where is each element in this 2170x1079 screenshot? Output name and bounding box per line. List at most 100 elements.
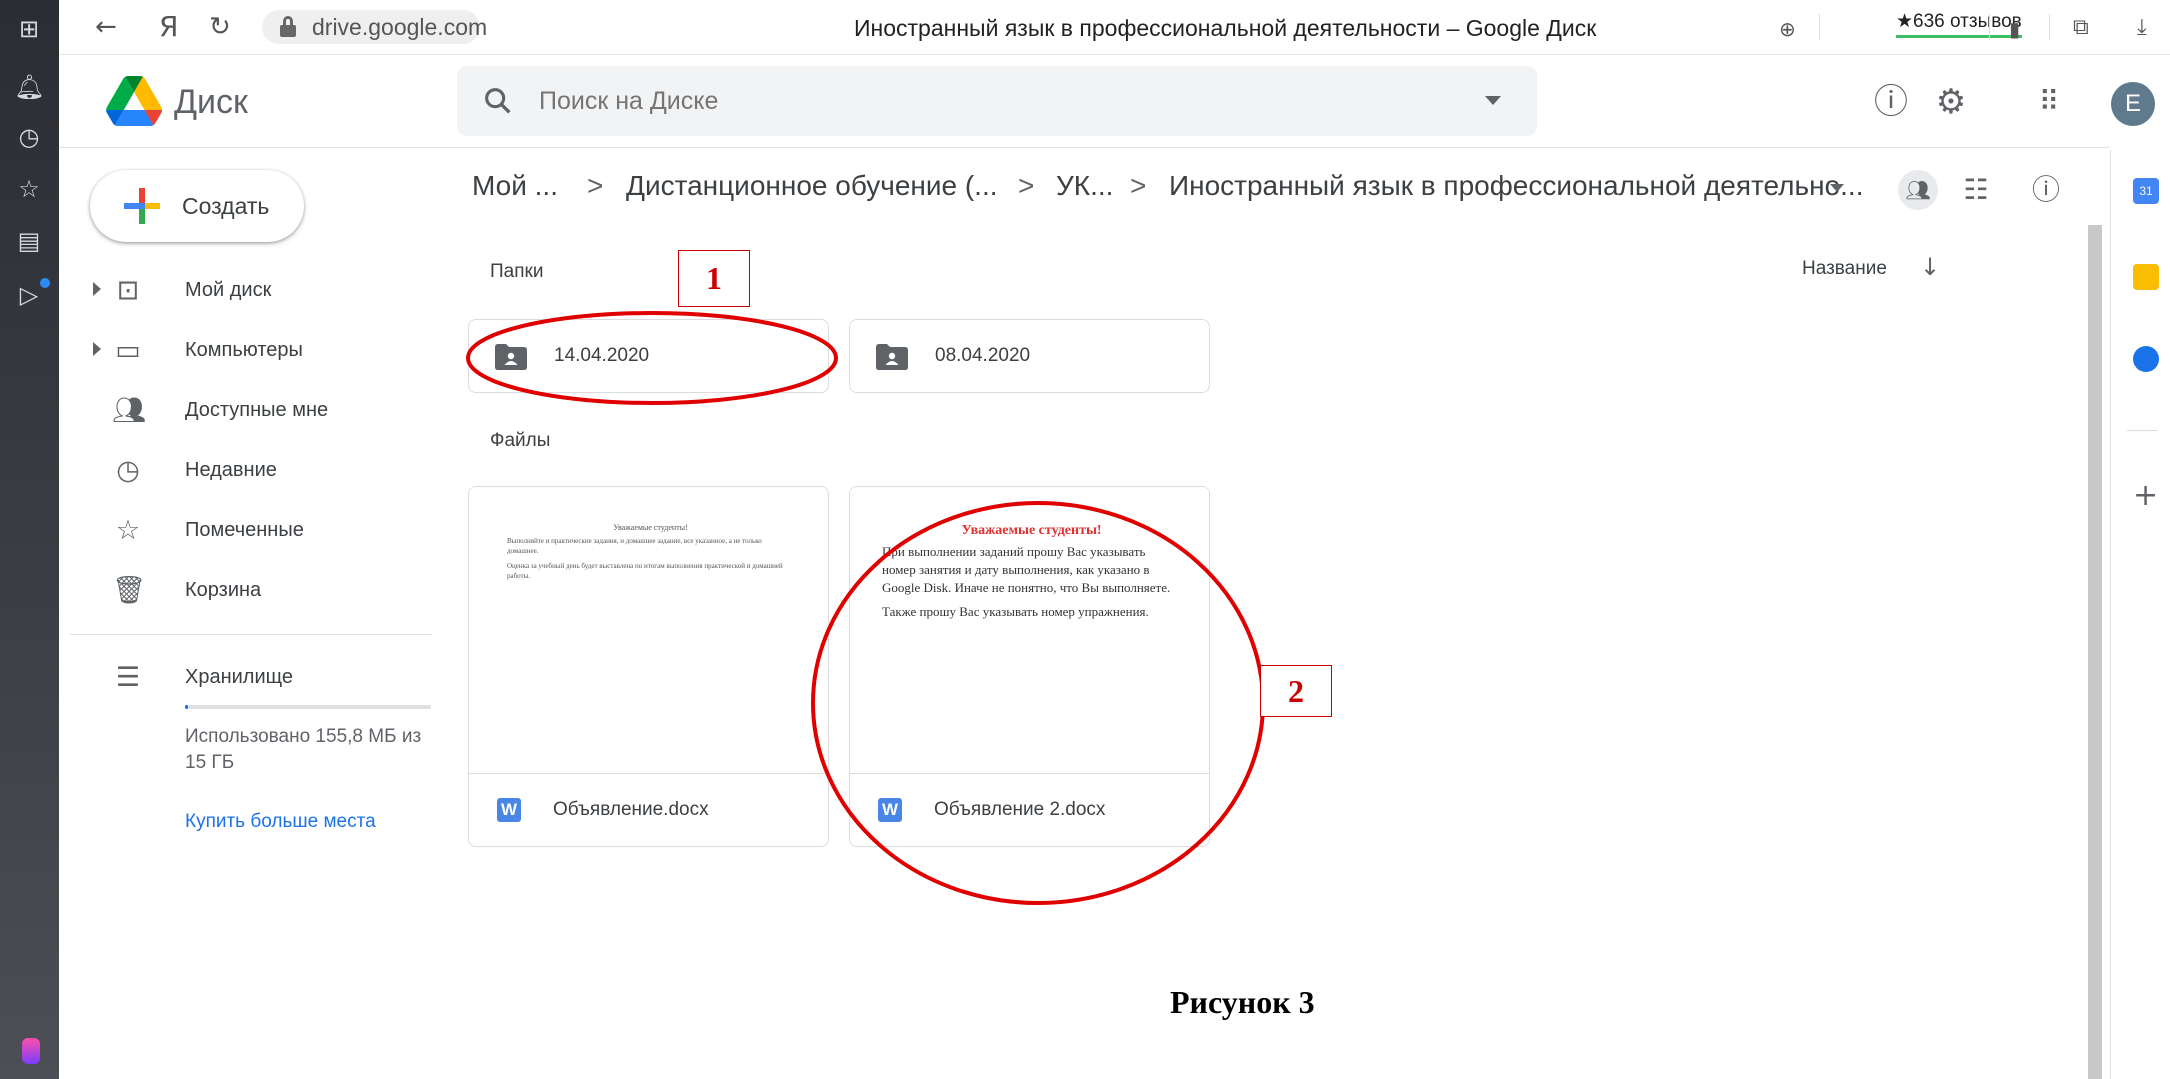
word-doc-icon: W: [497, 798, 521, 822]
breadcrumb-item[interactable]: Дистанционное обучение (...: [626, 170, 998, 202]
storage-usage-text: Использовано 155,8 МБ из 15 ГБ: [185, 726, 422, 773]
document-preview: Уважаемые студенты! Выполняйте и практич…: [469, 487, 828, 773]
tasks-icon[interactable]: [2133, 346, 2159, 372]
page-title: Иностранный язык в профессиональной деят…: [854, 15, 1597, 41]
trash-icon: 🗑︎: [112, 575, 147, 606]
info-icon[interactable]: ⓘ: [2026, 170, 2066, 210]
annotation-label: 1: [678, 250, 750, 307]
search-icon[interactable]: [481, 84, 515, 118]
google-drive-logo-icon[interactable]: [105, 76, 163, 126]
folder-name: 14.04.2020: [554, 345, 650, 366]
sidebar-item-label: Помеченные: [185, 519, 304, 541]
expand-caret-icon[interactable]: [93, 342, 101, 356]
sidebar-item-label: Мой диск: [185, 279, 272, 301]
folder-menu-chevron-icon[interactable]: [1830, 184, 1844, 192]
search-options-chevron-icon[interactable]: [1485, 96, 1501, 105]
shared-folder-icon: [876, 344, 908, 370]
drive-header: Диск ⓘ ⚙ ⠿ E: [59, 56, 2155, 148]
my-drive-icon: ⊡: [116, 275, 140, 306]
calendar-icon[interactable]: 31: [2133, 178, 2159, 204]
create-button[interactable]: Создать: [90, 170, 304, 242]
search-bar[interactable]: [457, 66, 1537, 136]
sidebar-item-recent[interactable]: ◷ Недавние: [90, 443, 430, 499]
list-view-icon[interactable]: ☷: [1956, 170, 1996, 210]
grid-icon[interactable]: ⊞: [14, 14, 44, 44]
scrollbar[interactable]: [2088, 225, 2102, 1079]
keep-icon[interactable]: [2133, 264, 2159, 290]
preview-paragraph: Выполняйте и практические задания, и дом…: [507, 537, 762, 555]
address-bar[interactable]: drive.google.com: [262, 10, 487, 44]
computers-icon: ▭: [115, 335, 141, 366]
sidebar-item-trash[interactable]: 🗑︎ Корзина: [90, 563, 430, 619]
clock-icon: ◷: [116, 455, 140, 486]
sidebar-item-label: Недавние: [185, 459, 277, 481]
preview-paragraph: При выполнении заданий прошу Вас указыва…: [882, 544, 1171, 595]
notification-dot: [40, 278, 50, 288]
buy-storage-link[interactable]: Купить больше места: [185, 811, 376, 833]
add-addon-plus-icon[interactable]: +: [2133, 478, 2158, 513]
url-text: drive.google.com: [312, 14, 488, 40]
avatar[interactable]: E: [2111, 82, 2155, 126]
sidebar-item-label: Компьютеры: [185, 339, 303, 361]
sidebar-item-shared[interactable]: 👥︎ Доступные мне: [90, 383, 430, 439]
shared-with-me-icon: 👥︎: [112, 395, 147, 426]
preview-title: Уважаемые студенты!: [961, 523, 1102, 538]
file-card[interactable]: Уважаемые студенты! Выполняйте и практич…: [468, 486, 829, 847]
breadcrumb-item[interactable]: Мой ...: [472, 170, 558, 202]
sidebar-item-label: Хранилище: [185, 666, 293, 688]
folder-card[interactable]: 08.04.2020: [849, 319, 1210, 393]
annotation-label: 2: [1260, 665, 1332, 717]
reload-icon[interactable]: ↻: [209, 12, 231, 42]
folders-section-title: Папки: [490, 261, 544, 282]
file-name-bar: W Объявление.docx: [469, 773, 828, 846]
word-doc-icon: W: [878, 798, 902, 822]
browser-sidebar: ⊞ 🔔︎ ◷ ☆ ▤ ▷: [0, 0, 59, 1079]
zoom-icon[interactable]: ⊕: [1779, 14, 1796, 44]
file-card[interactable]: Уважаемые студенты! При выполнении задан…: [849, 486, 1210, 847]
side-panel: 31 +: [2110, 150, 2170, 1079]
sidebar-item-starred[interactable]: ☆ Помеченные: [90, 503, 430, 559]
preview-paragraph: Также прошу Вас указывать номер упражнен…: [882, 604, 1149, 619]
expand-caret-icon[interactable]: [93, 282, 101, 296]
breadcrumb-current[interactable]: Иностранный язык в профессиональной деят…: [1169, 170, 1863, 202]
document-preview: Уважаемые студенты! При выполнении задан…: [850, 487, 1209, 773]
shared-folder-icon: [495, 344, 527, 370]
settings-gear-icon[interactable]: ⚙: [1929, 80, 1973, 124]
download-icon[interactable]: ⤓: [2137, 13, 2147, 43]
bookmarks-star-icon[interactable]: ☆: [14, 174, 44, 204]
sidebar-item-storage[interactable]: ☰ Хранилище: [90, 650, 430, 706]
storage-icon: ☰: [115, 662, 141, 693]
extensions-icon[interactable]: ⧉: [2073, 13, 2089, 43]
plus-icon: [124, 188, 160, 224]
apps-grid-icon[interactable]: ⠿: [2027, 80, 2071, 124]
collections-icon[interactable]: ▤: [14, 226, 44, 256]
bell-icon[interactable]: 🔔︎: [14, 72, 44, 102]
preview-paragraph: Оценка за учебный день будет выставлена …: [507, 562, 783, 580]
file-name: Объявление 2.docx: [934, 799, 1106, 820]
files-section-title: Файлы: [490, 430, 551, 451]
breadcrumb-separator: >: [1130, 170, 1147, 201]
sidebar-item-label: Доступные мне: [185, 399, 329, 421]
file-name-bar: W Объявление 2.docx: [850, 773, 1209, 846]
alice-assistant-icon[interactable]: [22, 1038, 40, 1064]
sidebar-item-computers[interactable]: ▭ Компьютеры: [90, 323, 430, 379]
sort-direction-arrow-icon[interactable]: ↓: [1920, 253, 1940, 281]
history-clock-icon[interactable]: ◷: [14, 122, 44, 152]
reviews-badge[interactable]: ★636 отзывов: [1896, 10, 2022, 38]
yandex-logo-icon[interactable]: Я: [159, 12, 178, 42]
sidebar-item-my-drive[interactable]: ⊡ Мой диск: [90, 263, 430, 319]
side-panel-divider: [2127, 430, 2157, 431]
figure-caption: Рисунок 3: [1170, 984, 1315, 1020]
storage-progress-fill: [185, 705, 188, 709]
bookmark-icon[interactable]: ▮: [2009, 14, 2020, 44]
help-icon[interactable]: ⓘ: [1869, 80, 1913, 124]
search-input[interactable]: [539, 80, 1419, 122]
folder-name: 08.04.2020: [935, 345, 1031, 366]
file-name: Объявление.docx: [553, 799, 709, 820]
back-arrow-icon[interactable]: ←: [95, 12, 117, 42]
folder-card[interactable]: 14.04.2020: [468, 319, 829, 393]
breadcrumb-item[interactable]: УК...: [1056, 170, 1113, 202]
shared-folder-icon[interactable]: 👥︎: [1898, 170, 1938, 210]
star-icon: ☆: [115, 515, 141, 546]
sort-label[interactable]: Название: [1802, 258, 1887, 280]
